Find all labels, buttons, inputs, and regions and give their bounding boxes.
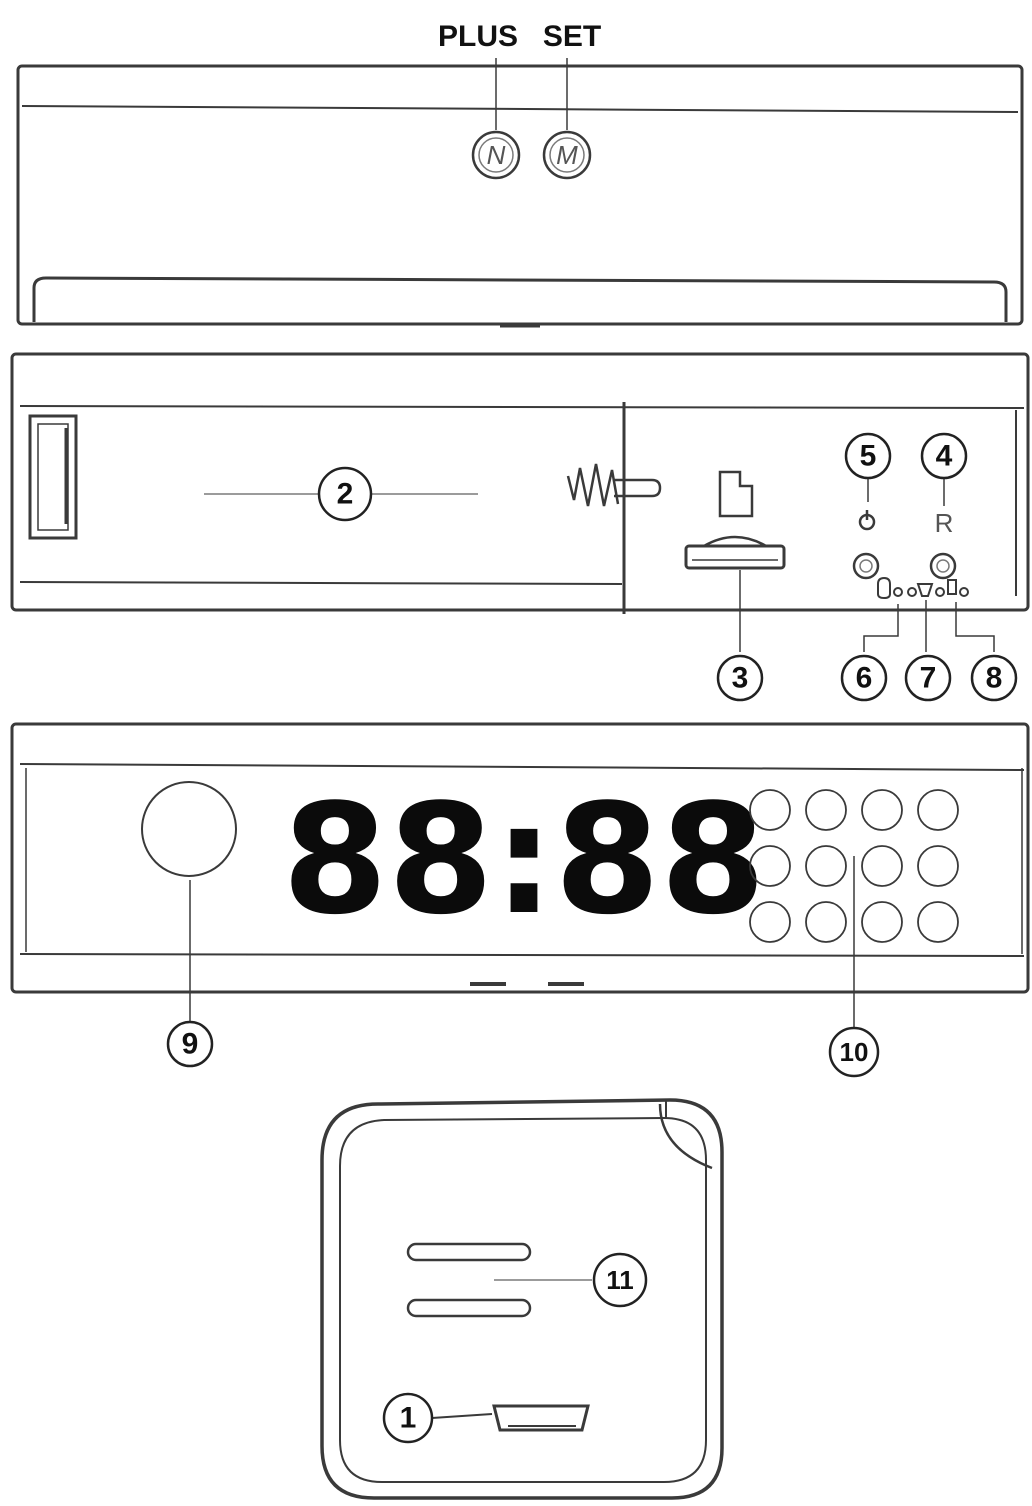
top-view-body xyxy=(16,64,1024,326)
sd-card-slot[interactable] xyxy=(684,535,786,570)
callout-7: 7 xyxy=(904,654,952,702)
clock-display: 88:88 xyxy=(282,771,766,948)
svg-text:11: 11 xyxy=(606,1265,634,1295)
set-button-letter: M xyxy=(556,140,578,170)
usb-leader-line xyxy=(431,1413,493,1419)
svg-text:5: 5 xyxy=(860,440,877,473)
side-view-top-edge xyxy=(19,405,1025,409)
usb-port[interactable] xyxy=(492,1404,590,1432)
svg-text:1: 1 xyxy=(400,1402,417,1435)
top-view-edge xyxy=(21,105,1019,113)
callout-1: 1 xyxy=(382,1392,434,1444)
callout-11: 11 xyxy=(592,1252,648,1308)
camera-lens xyxy=(141,781,237,877)
speaker-hole xyxy=(917,789,959,831)
svg-text:9: 9 xyxy=(182,1028,199,1061)
sd-card-icon xyxy=(718,470,754,518)
plus-button[interactable]: N xyxy=(471,130,521,180)
speaker-hole xyxy=(917,845,959,887)
set-label: SET xyxy=(543,20,601,53)
speaker-hole xyxy=(805,789,847,831)
power-icon xyxy=(858,510,876,531)
svg-text:7: 7 xyxy=(920,662,937,695)
callout-9: 9 xyxy=(166,1020,214,1068)
speaker-hole xyxy=(917,901,959,943)
callout-8: 8 xyxy=(970,654,1018,702)
power-button[interactable] xyxy=(852,552,880,580)
svg-text:2: 2 xyxy=(337,478,354,511)
speaker-hole xyxy=(861,845,903,887)
plus-button-letter: N xyxy=(487,140,506,170)
front-view: 88:88 xyxy=(10,722,1030,1030)
side-view-bottom-edge xyxy=(19,581,623,585)
callout-2: 2 xyxy=(317,466,373,522)
vent-slot-top xyxy=(406,1242,532,1262)
back-view xyxy=(320,1098,724,1500)
top-view-bottom-lip xyxy=(32,276,1008,322)
side-view: R xyxy=(10,352,1030,652)
callout-5: 5 xyxy=(844,432,892,480)
door-latch[interactable] xyxy=(28,414,78,540)
callout-10: 10 xyxy=(828,1026,880,1078)
callout-6: 6 xyxy=(840,654,888,702)
svg-text:4: 4 xyxy=(936,440,953,473)
reset-button[interactable] xyxy=(929,552,957,580)
vent-slot-bottom xyxy=(406,1298,532,1318)
reset-letter: R xyxy=(935,508,954,538)
svg-text:3: 3 xyxy=(732,662,749,695)
indicator-led-row xyxy=(877,576,969,600)
top-view: PLUS SET N M xyxy=(16,20,1024,328)
set-button[interactable]: M xyxy=(542,130,592,180)
speaker-hole xyxy=(805,845,847,887)
speaker-hole xyxy=(861,789,903,831)
front-view-top-edge xyxy=(19,763,1025,771)
plus-label: PLUS xyxy=(438,20,518,53)
speaker-hole xyxy=(861,901,903,943)
front-view-bottom-edge xyxy=(19,953,1025,957)
device-diagram: PLUS SET N M R 88:88 2 5 4 3 6 7 8 9 10 … xyxy=(10,20,1030,1500)
speaker-hole xyxy=(805,901,847,943)
battery-spring xyxy=(566,463,662,507)
back-view-corner-arc xyxy=(658,1103,713,1170)
svg-text:8: 8 xyxy=(986,662,1003,695)
callout-4: 4 xyxy=(920,432,968,480)
svg-text:6: 6 xyxy=(856,662,873,695)
callout-3: 3 xyxy=(716,654,764,702)
svg-text:10: 10 xyxy=(840,1037,869,1067)
